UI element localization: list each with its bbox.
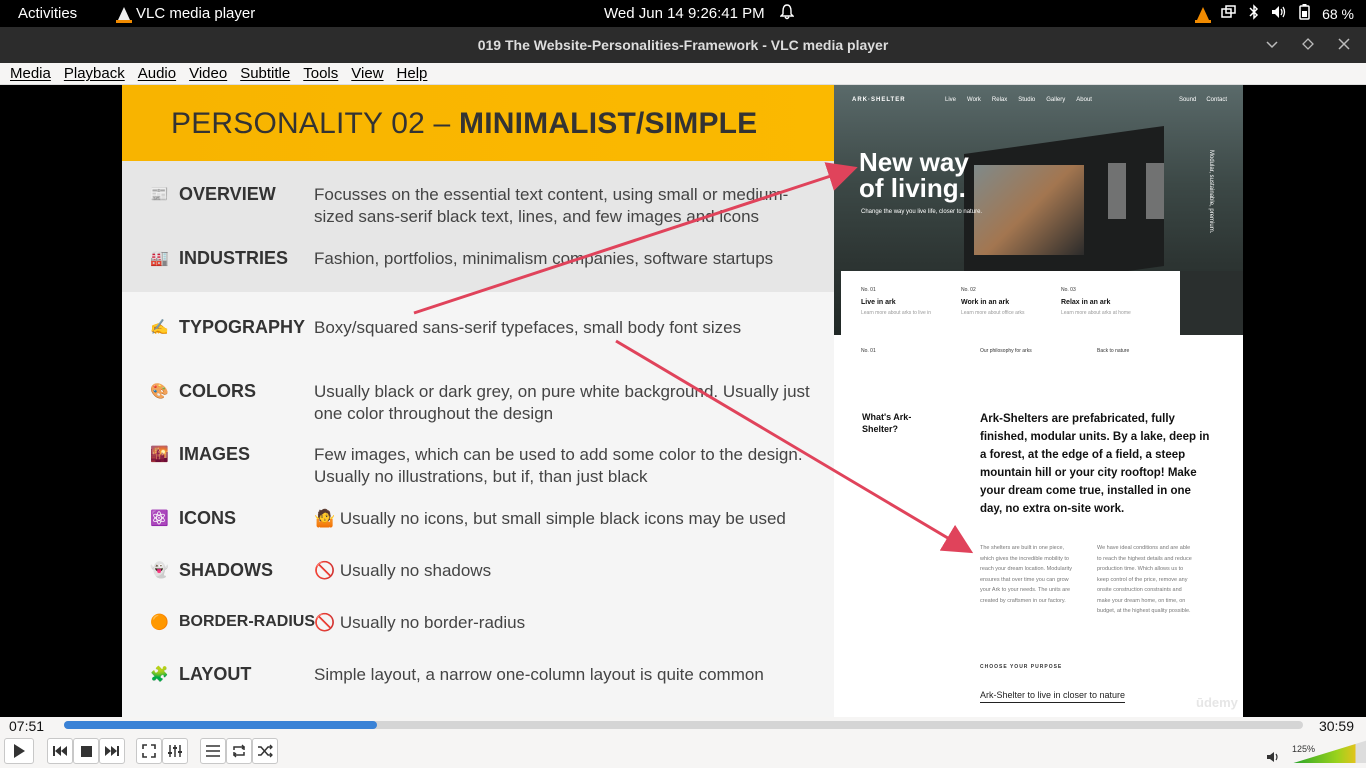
battery-percent: 68 % (1322, 5, 1354, 22)
arrow-to-body-text (615, 339, 974, 554)
menu-subtitle[interactable]: Subtitle (240, 63, 290, 84)
video-area[interactable]: PERSONALITY 02 – MINIMALIST/SIMPLE 📰 OVE… (0, 85, 1366, 717)
close-icon[interactable] (1338, 27, 1350, 63)
seek-bar[interactable] (64, 721, 1303, 729)
fullscreen-button[interactable] (136, 738, 162, 764)
menu-audio[interactable]: Audio (138, 63, 176, 84)
stop-button[interactable] (73, 738, 99, 764)
arrow-to-headline (413, 162, 858, 315)
next-button[interactable] (99, 738, 125, 764)
speaker-icon[interactable] (1266, 750, 1280, 768)
current-time[interactable]: 07:51 (9, 718, 44, 734)
menu-playback[interactable]: Playback (64, 63, 125, 84)
seek-progress (64, 721, 378, 729)
menu-video[interactable]: Video (189, 63, 227, 84)
app-menu[interactable]: VLC media player (116, 5, 256, 23)
loop-button[interactable] (226, 738, 252, 764)
volume-percent: 125% (1292, 744, 1316, 754)
menu-tools[interactable]: Tools (303, 63, 338, 84)
bluetooth-icon[interactable] (1249, 4, 1259, 23)
menu-bar: Media Playback Audio Video Subtitle Tool… (0, 63, 1366, 85)
stop-icon (80, 745, 92, 757)
clock[interactable]: Wed Jun 14 9:26:41 PM (604, 5, 765, 22)
system-top-bar: Activities VLC media player Wed Jun 14 9… (0, 0, 1366, 27)
minimize-icon[interactable] (1266, 27, 1278, 63)
menu-media[interactable]: Media (10, 63, 51, 84)
total-time[interactable]: 30:59 (1319, 718, 1354, 734)
menu-view[interactable]: View (351, 63, 383, 84)
notification-bell-icon[interactable] (779, 4, 795, 23)
extended-settings-button[interactable] (162, 738, 188, 764)
play-icon (14, 744, 25, 758)
play-button[interactable] (4, 738, 34, 764)
battery-icon[interactable] (1299, 4, 1310, 23)
playlist-icon (206, 745, 220, 757)
previous-icon (53, 746, 67, 756)
next-icon (105, 746, 119, 756)
vlc-tray-icon[interactable] (1195, 7, 1212, 23)
volume-icon[interactable] (1271, 5, 1287, 22)
fullscreen-icon (142, 744, 156, 758)
window-title: 019 The Website-Personalities-Framework … (477, 37, 889, 53)
screen-mirror-icon[interactable] (1221, 5, 1237, 22)
app-name: VLC media player (136, 5, 256, 22)
playlist-button[interactable] (200, 738, 226, 764)
menu-help[interactable]: Help (397, 63, 428, 84)
loop-icon (233, 744, 245, 758)
previous-button[interactable] (47, 738, 73, 764)
player-controls: 07:51 30:59 125% (0, 717, 1366, 768)
system-tray[interactable]: 68 % (1195, 4, 1354, 23)
window-title-bar[interactable]: 019 The Website-Personalities-Framework … (0, 27, 1366, 63)
maximize-icon[interactable] (1302, 27, 1314, 63)
shuffle-icon (258, 744, 273, 758)
activities-button[interactable]: Activities (18, 5, 77, 22)
shuffle-button[interactable] (252, 738, 278, 764)
annotation-arrows (413, 162, 974, 554)
equalizer-icon (168, 745, 182, 757)
vlc-cone-icon (116, 7, 132, 23)
